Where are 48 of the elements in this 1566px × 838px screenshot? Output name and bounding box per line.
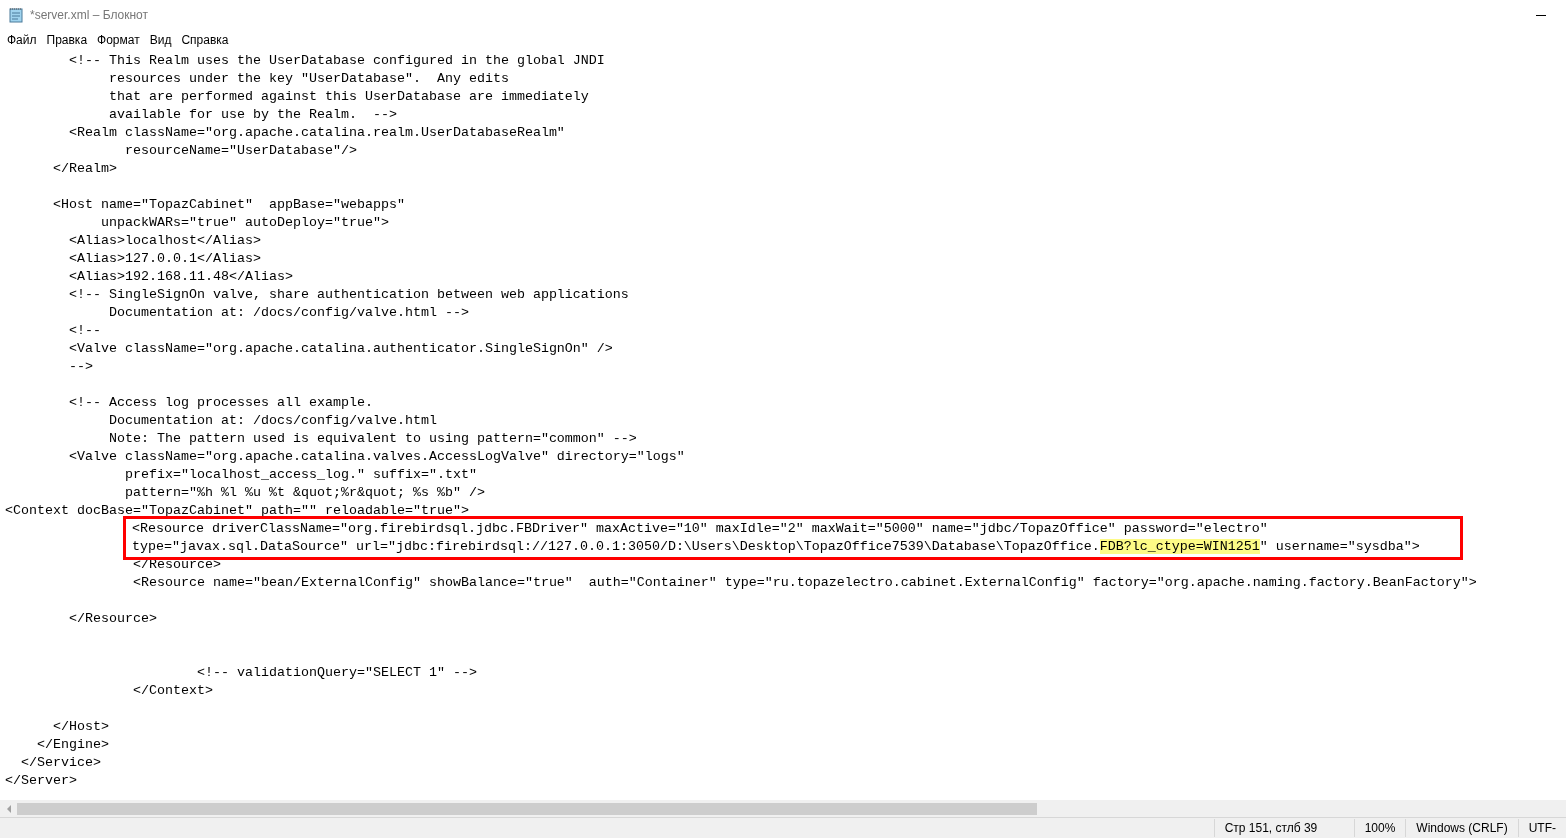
code-line: unpackWARs="true" autoDeploy="true"> (99, 214, 390, 232)
code-line: Documentation at: /docs/config/valve.html --> (107, 304, 470, 322)
status-field: UTF- (1517, 819, 1566, 837)
code-line: that are performed against this UserDatabase are immediately (107, 88, 590, 106)
code-line: --> (68, 358, 94, 376)
code-line: </Server> (5, 772, 78, 790)
code-line: pattern="%h %l %u %t &quot;%r&quot; %s %b" /> (123, 484, 486, 502)
code-line: <Resource name="bean/ExternalConfig" showBalance="true" auth="Container" type="ru.topazelectro.cabinet.ExternalConfig" factory="org.apache.naming.factory.BeanFactory"> (131, 574, 1478, 592)
code-line: <!-- This Realm uses the UserDatabase configured in the global JNDI (68, 52, 606, 70)
code-line: <Context docBase="TopazCabinet" path="" reloadable="true"> (5, 502, 470, 520)
code-line: <Host name="TopazCabinet" appBase="webapps" (52, 196, 406, 214)
window-title: *server.xml – Блокнот (30, 7, 149, 24)
code-line: <!-- Access log processes all example. (68, 394, 374, 412)
notepad-icon (8, 7, 24, 23)
code-line: Note: The pattern used is equivalent to using pattern="common" --> (107, 430, 638, 448)
menu-item[interactable]: Файл (2, 31, 42, 49)
code-line: <Alias>192.168.11.48</Alias> (68, 268, 294, 286)
code-line: </Context> (131, 682, 214, 700)
menu-item[interactable]: Правка (41, 31, 93, 49)
code-line: <Valve className="org.apache.catalina.valves.AccessLogValve" directory="logs" (68, 448, 686, 466)
code-line: </Service> (20, 754, 102, 772)
code-line: <Valve className="org.apache.catalina.authenticator.SingleSignOn" /> (68, 340, 614, 358)
code-line: <!-- (68, 322, 102, 340)
menu-item[interactable]: Вид (144, 31, 177, 49)
code-line: Documentation at: /docs/config/valve.html (107, 412, 438, 430)
horizontal-scrollbar-thumb[interactable] (17, 802, 1037, 815)
code-line: resources under the key "UserDatabase". Any edits (107, 70, 510, 88)
menu-item[interactable]: Справка (176, 31, 234, 49)
code-line: prefix="localhost_access_log." suffix=".txt" (123, 466, 478, 484)
status-field: 100% (1353, 819, 1406, 837)
code-line: </Realm> (52, 160, 118, 178)
code-line: <!-- SingleSignOn valve, share authentication between web applications (68, 286, 630, 304)
code-line: available for use by the Realm. --> (107, 106, 398, 124)
code-line: <!-- validationQuery="SELECT 1" --> (195, 664, 478, 682)
code-line: </Host> (52, 718, 110, 736)
code-line: type="javax.sql.DataSource" url="jdbc:firebirdsql://127.0.0.1:3050/D:\Users\Desktop\TopazOffice7539\Database\TopazOffice.FDB?lc_ctype=WIN1251" username="sysdba"> (132, 538, 1421, 556)
code-line: </Resource> (131, 556, 222, 574)
code-line: <Resource driverClassName="org.firebirdsql.jdbc.FBDriver" maxActive="10" maxIdle="2" maxWait="5000" name="jdbc/TopazOffice" password="electro" (132, 520, 1269, 538)
code-line: resourceName="UserDatabase"/> (123, 142, 358, 160)
status-field: Windows (CRLF) (1405, 819, 1518, 837)
menu-item[interactable]: Формат (92, 31, 145, 49)
code-line: <Alias>localhost</Alias> (68, 232, 262, 250)
code-line: <Realm className="org.apache.catalina.realm.UserDatabaseRealm" (68, 124, 566, 142)
code-line: </Engine> (36, 736, 110, 754)
minimize-icon (1536, 14, 1546, 16)
status-field: Стр 151, стлб 39 (1213, 819, 1354, 837)
code-line: <Alias>127.0.0.1</Alias> (68, 250, 262, 268)
code-line: </Resource> (68, 610, 158, 628)
